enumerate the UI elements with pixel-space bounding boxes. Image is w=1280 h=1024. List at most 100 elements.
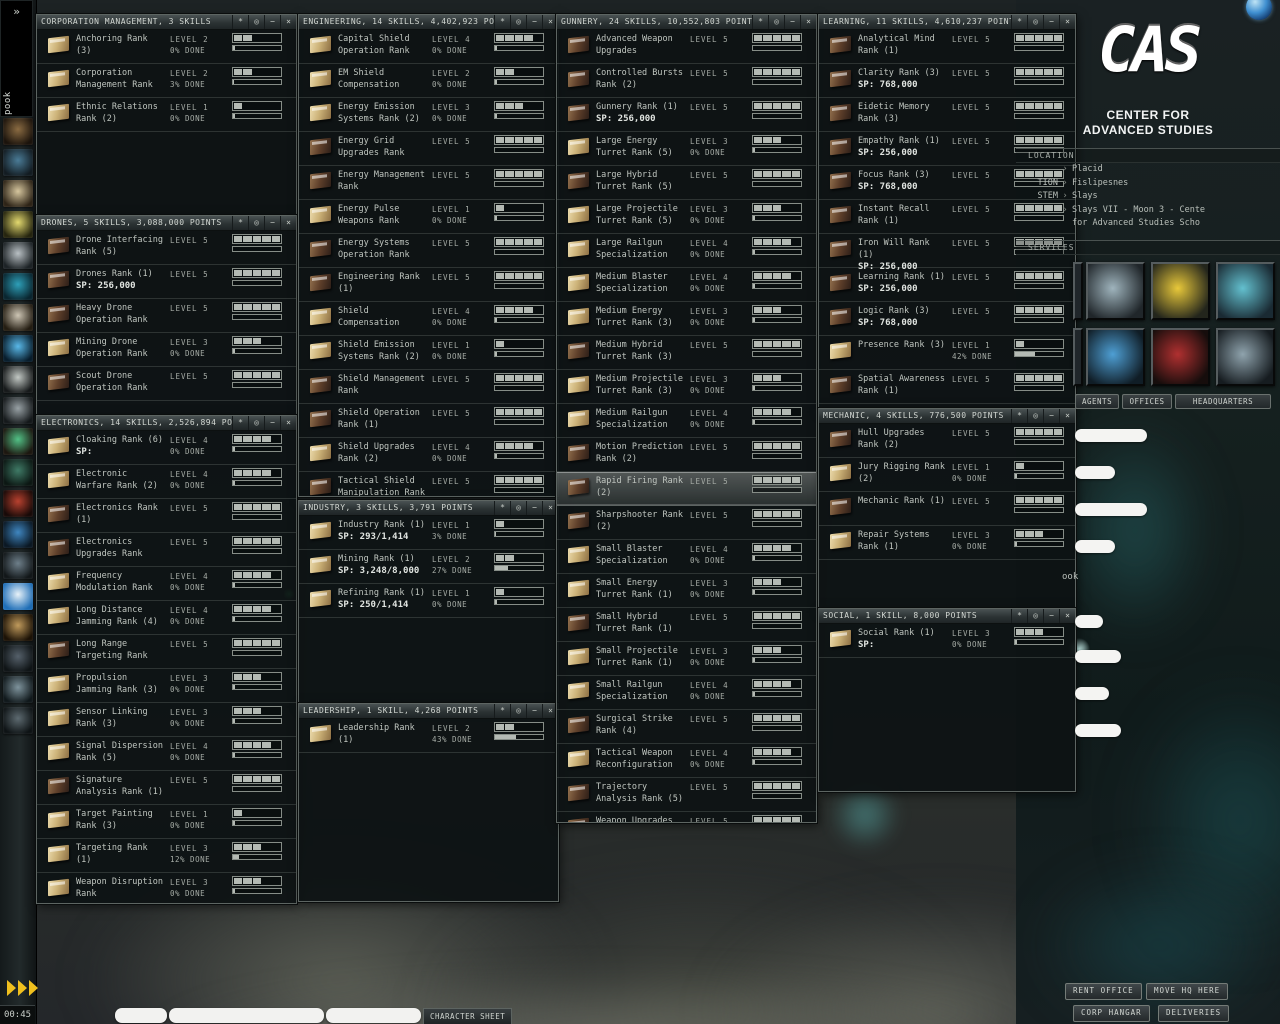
window-titlebar[interactable]: DRONES, 5 SKILLS, 3,088,000 POINTS * ◎ −… <box>37 216 296 231</box>
mail-icon[interactable] <box>3 180 33 207</box>
skill-row[interactable]: Capital Shield Operation Rank LEVEL 4 0%… <box>299 30 558 64</box>
journal-icon[interactable] <box>3 304 33 331</box>
skill-row[interactable]: Medium Projectile Turret Rank (3) LEVEL … <box>557 370 816 404</box>
skill-row[interactable]: Medium Energy Turret Rank (3) LEVEL 3 0%… <box>557 302 816 336</box>
info-icon[interactable] <box>3 583 33 610</box>
items-hangar-icon[interactable] <box>3 707 33 734</box>
skill-row[interactable]: Shield Upgrades Rank (2) LEVEL 4 0% DONE <box>299 438 558 472</box>
star-map-icon[interactable] <box>3 335 33 362</box>
skill-row[interactable]: Frequency Modulation Rank LEVEL 4 0% DON… <box>37 567 296 601</box>
deliveries-button[interactable]: DELIVERIES <box>1158 1005 1230 1022</box>
skill-row[interactable]: Small Blaster Specialization LEVEL 4 0% … <box>557 540 816 574</box>
service-bounty-office-tile[interactable] <box>1151 328 1210 386</box>
market-icon[interactable] <box>3 242 33 269</box>
close-icon[interactable]: × <box>280 416 296 430</box>
service-cloning-tile[interactable] <box>1216 262 1275 320</box>
skill-row[interactable]: Large Energy Turret Rank (5) LEVEL 3 0% … <box>557 132 816 166</box>
standings-icon[interactable] <box>3 366 33 393</box>
character-sheet-icon[interactable] <box>3 118 33 145</box>
rent-office-button[interactable]: RENT OFFICE <box>1065 983 1142 1000</box>
compact-icon[interactable]: ◎ <box>248 15 264 29</box>
people-groups-icon[interactable] <box>3 552 33 579</box>
skill-row[interactable]: Electronics Rank (1) LEVEL 5 <box>37 499 296 533</box>
skill-row[interactable]: Tactical Weapon Reconfiguration LEVEL 4 … <box>557 744 816 778</box>
skill-row[interactable]: Large Hybrid Turret Rank (5) LEVEL 5 <box>557 166 816 200</box>
compact-icon[interactable]: ◎ <box>510 501 526 515</box>
skill-row[interactable]: Corporation Management Rank LEVEL 2 3% D… <box>37 64 296 98</box>
skill-row[interactable]: Large Projectile Turret Rank (5) LEVEL 3… <box>557 200 816 234</box>
skill-row[interactable]: Industry Rank (1) SP: 293/1,414 LEVEL 1 … <box>299 516 558 550</box>
skill-row[interactable]: Engineering Rank (1) LEVEL 5 <box>299 268 558 302</box>
skill-row[interactable]: Energy Systems Operation Rank LEVEL 5 <box>299 234 558 268</box>
location-value[interactable]: Slays VII - Moon 3 - Cente for Advanced … <box>1072 204 1205 230</box>
tab-offices[interactable]: OFFICES <box>1122 394 1172 409</box>
location-value[interactable]: Slays <box>1072 190 1098 203</box>
skill-row[interactable]: Target Painting Rank (3) LEVEL 1 0% DONE <box>37 805 296 839</box>
pin-icon[interactable]: * <box>494 704 510 718</box>
skill-row[interactable]: Medium Hybrid Turret Rank (3) LEVEL 5 <box>557 336 816 370</box>
skill-row[interactable]: Drone Interfacing Rank (5) LEVEL 5 <box>37 231 296 265</box>
faces-icon[interactable] <box>3 614 33 641</box>
tab-headquarters[interactable]: HEADQUARTERS <box>1175 394 1271 409</box>
tab-agents[interactable]: AGENTS <box>1075 394 1120 409</box>
pin-icon[interactable]: * <box>232 416 248 430</box>
compact-icon[interactable]: ◎ <box>510 15 526 29</box>
minimize-icon[interactable]: − <box>264 216 280 230</box>
skill-row[interactable]: Mining Drone Operation Rank LEVEL 3 0% D… <box>37 333 296 367</box>
compact-icon[interactable]: ◎ <box>248 416 264 430</box>
skill-row[interactable]: Motion Prediction Rank (2) LEVEL 5 <box>557 438 816 472</box>
skill-row[interactable]: Shield Compensation LEVEL 4 0% DONE <box>299 302 558 336</box>
skill-row[interactable]: Small Hybrid Turret Rank (1) LEVEL 5 <box>557 608 816 642</box>
skill-row[interactable]: Sharpshooter Rank (2) LEVEL 5 <box>557 506 816 540</box>
skill-row[interactable]: Energy Emission Systems Rank (2) LEVEL 3… <box>299 98 558 132</box>
window-titlebar[interactable]: ENGINEERING, 14 SKILLS, 4,402,923 POINTS… <box>299 15 558 30</box>
window-titlebar[interactable]: ELECTRONICS, 14 SKILLS, 2,526,894 POINTS… <box>37 416 296 431</box>
minimize-icon[interactable]: − <box>526 704 542 718</box>
location-value[interactable]: Placid <box>1072 163 1103 176</box>
window-titlebar[interactable]: LEADERSHIP, 1 SKILL, 4,268 POINTS * ◎ − … <box>299 704 558 719</box>
skill-row[interactable]: Signature Analysis Rank (1) LEVEL 5 <box>37 771 296 805</box>
skill-row[interactable]: Cloaking Rank (6) SP: LEVEL 4 0% DONE <box>37 431 296 465</box>
skill-row[interactable]: Heavy Drone Operation Rank LEVEL 5 <box>37 299 296 333</box>
skill-row[interactable]: Advanced Weapon Upgrades LEVEL 5 <box>557 30 816 64</box>
vault-icon[interactable] <box>3 397 33 424</box>
minimize-icon[interactable]: − <box>526 15 542 29</box>
assets-icon[interactable] <box>3 273 33 300</box>
window-titlebar[interactable]: CORPORATION MANAGEMENT, 3 SKILLS * ◎ − × <box>37 15 296 30</box>
tutorial-icon[interactable] <box>3 521 33 548</box>
pin-icon[interactable]: * <box>232 216 248 230</box>
skill-row[interactable]: Refining Rank (1) SP: 250/1,414 LEVEL 1 … <box>299 584 558 618</box>
service-repairshop-tile[interactable] <box>1086 262 1145 320</box>
people-and-places-icon[interactable] <box>3 149 33 176</box>
expand-menu-icon[interactable]: » <box>1 5 32 18</box>
log-off-icon[interactable] <box>3 490 33 517</box>
pin-icon[interactable]: * <box>232 15 248 29</box>
skill-row[interactable]: Medium Blaster Specialization LEVEL 4 0%… <box>557 268 816 302</box>
skill-row[interactable]: Small Railgun Specialization LEVEL 4 0% … <box>557 676 816 710</box>
window-titlebar[interactable]: INDUSTRY, 3 SKILLS, 3,791 POINTS * ◎ − × <box>299 501 558 516</box>
minimize-icon[interactable]: − <box>526 501 542 515</box>
location-value[interactable]: Fislipesnes <box>1072 177 1128 190</box>
skill-row[interactable]: Rapid Firing Rank (2) LEVEL 5 <box>557 472 816 506</box>
move-hq-here-button[interactable]: MOVE HQ HERE <box>1146 983 1229 1000</box>
skill-row[interactable]: Electronic Warfare Rank (2) LEVEL 4 0% D… <box>37 465 296 499</box>
skill-row[interactable]: Energy Management Rank LEVEL 5 <box>299 166 558 200</box>
skill-row[interactable]: Shield Management Rank LEVEL 5 <box>299 370 558 404</box>
minimize-icon[interactable]: − <box>784 15 800 29</box>
skill-row[interactable]: Medium Railgun Specialization LEVEL 4 0%… <box>557 404 816 438</box>
compact-icon[interactable]: ◎ <box>768 15 784 29</box>
skill-row[interactable]: Long Distance Jamming Rank (4) LEVEL 4 0… <box>37 601 296 635</box>
minimize-icon[interactable]: − <box>264 416 280 430</box>
pin-icon[interactable]: * <box>494 501 510 515</box>
pin-icon[interactable]: * <box>752 15 768 29</box>
skill-row[interactable]: Energy Grid Upgrades Rank LEVEL 5 <box>299 132 558 166</box>
skill-row[interactable]: Scout Drone Operation Rank LEVEL 5 <box>37 367 296 401</box>
compact-icon[interactable]: ◎ <box>510 704 526 718</box>
corp-hangar-button[interactable]: CORP HANGAR <box>1073 1005 1150 1022</box>
wallet-icon[interactable] <box>3 428 33 455</box>
skill-row[interactable]: Trajectory Analysis Rank (5) LEVEL 5 <box>557 778 816 812</box>
skill-row[interactable]: Weapon Disruption Rank LEVEL 3 0% DONE <box>37 873 296 903</box>
skill-row[interactable]: Energy Pulse Weapons Rank LEVEL 1 0% DON… <box>299 200 558 234</box>
minimize-icon[interactable]: − <box>264 15 280 29</box>
skill-row[interactable]: Gunnery Rank (1) SP: 256,000 LEVEL 5 <box>557 98 816 132</box>
